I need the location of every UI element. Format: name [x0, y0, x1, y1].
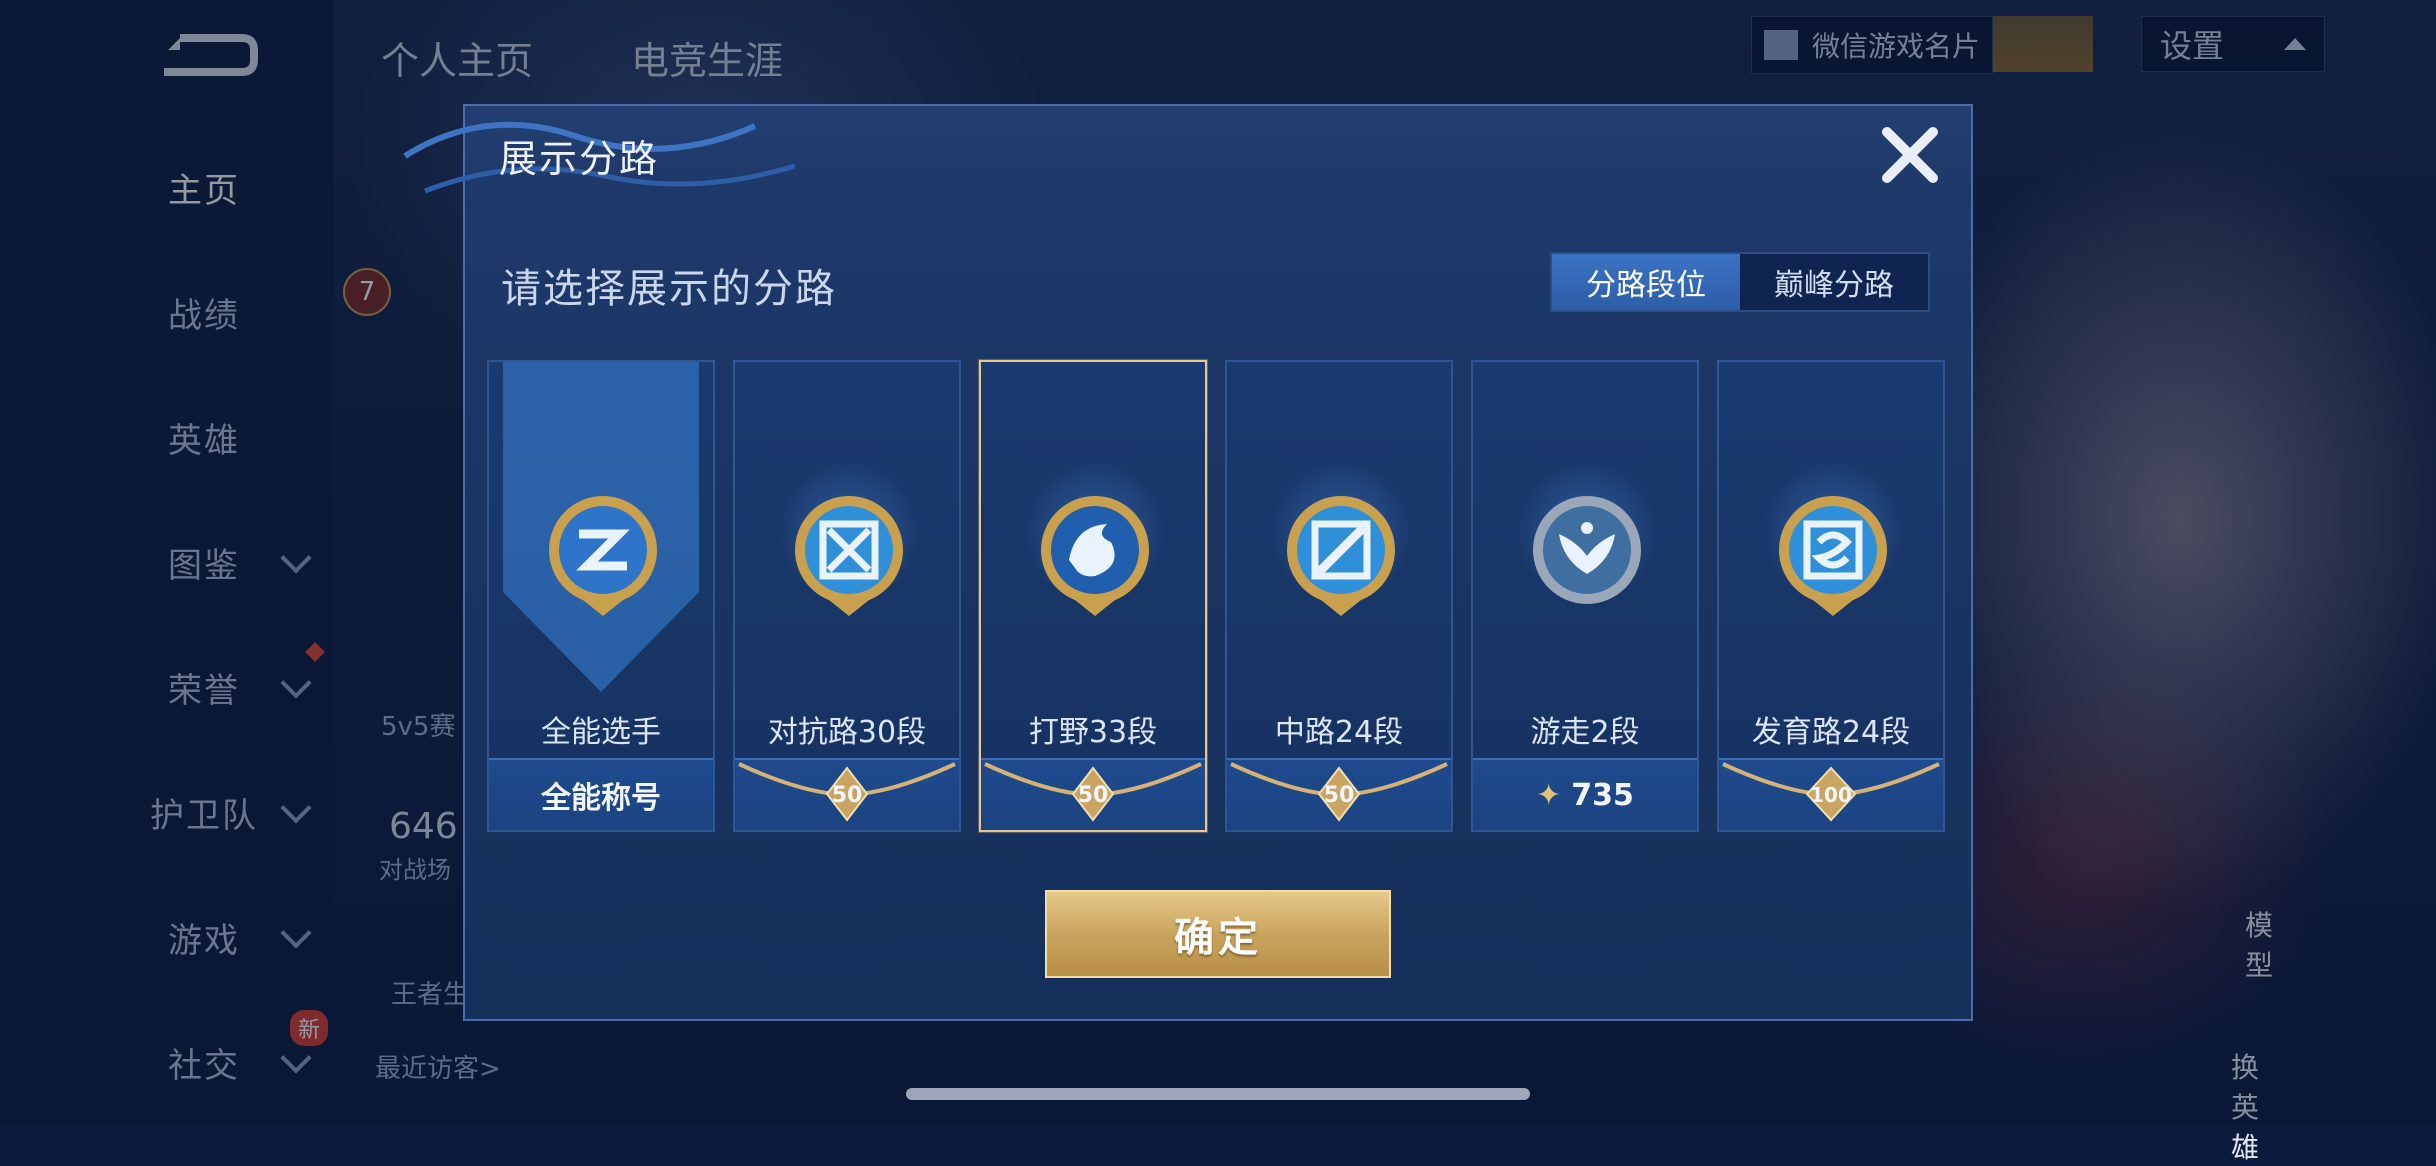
points-star-icon: ✦: [1536, 777, 1562, 813]
lane-name: 中路24段: [1274, 715, 1404, 750]
lane-card-roam[interactable]: 游走2段 ✦ 735: [1471, 360, 1699, 832]
lane-card-jungle[interactable]: 打野33段 50: [979, 360, 1207, 832]
tier-number: 50: [1077, 782, 1109, 808]
toggle-lane-rank[interactable]: 分路段位: [1552, 254, 1740, 310]
tier-number: 100: [1810, 783, 1852, 807]
lane-card-all-round[interactable]: 全能选手 全能称号: [487, 360, 715, 832]
card-footer: 全能称号: [489, 758, 713, 830]
farm-lane-icon: [1779, 496, 1887, 616]
card-footer: 100: [1719, 758, 1943, 830]
card-footer: 50: [981, 758, 1205, 830]
lane-name: 对抗路30段: [767, 715, 927, 750]
card-footer: 50: [735, 758, 959, 830]
dialog-subtitle: 请选择展示的分路: [501, 266, 837, 312]
lane-name: 打野33段: [1028, 715, 1158, 750]
mid-lane-icon: [1287, 496, 1395, 616]
clash-lane-icon: [795, 496, 903, 616]
dialog-title: 展示分路: [499, 137, 660, 181]
points-value: 735: [1571, 777, 1634, 813]
display-lane-dialog: 展示分路 请选择展示的分路 分路段位 巅峰分路 全能选手 全能称号 对抗路30段…: [403, 104, 1973, 1021]
tier-number: 50: [1323, 782, 1355, 808]
confirm-button[interactable]: 确定: [1045, 890, 1391, 978]
points-value-row: ✦ 735: [1473, 760, 1697, 830]
lane-card-farm[interactable]: 发育路24段 100: [1717, 360, 1945, 832]
home-indicator[interactable]: [906, 1088, 1530, 1100]
lane-card-clash[interactable]: 对抗路30段 50: [733, 360, 961, 832]
card-footer: 50: [1227, 758, 1451, 830]
jungle-dragon-icon: [1041, 496, 1149, 616]
lane-name: 游走2段: [1530, 715, 1640, 750]
roam-wings-icon: [1533, 496, 1641, 604]
lane-name: 全能选手: [541, 715, 661, 750]
lane-name: 发育路24段: [1751, 715, 1911, 750]
all-round-icon: [549, 496, 657, 616]
toggle-peak-lane[interactable]: 巅峰分路: [1740, 254, 1928, 310]
footer-title: 全能称号: [541, 781, 661, 816]
card-footer: ✦ 735: [1473, 758, 1697, 830]
lane-card-mid[interactable]: 中路24段 50: [1225, 360, 1453, 832]
close-icon[interactable]: [1875, 120, 1945, 190]
tier-number: 50: [831, 782, 863, 808]
lane-mode-toggle: 分路段位 巅峰分路: [1550, 252, 1930, 312]
